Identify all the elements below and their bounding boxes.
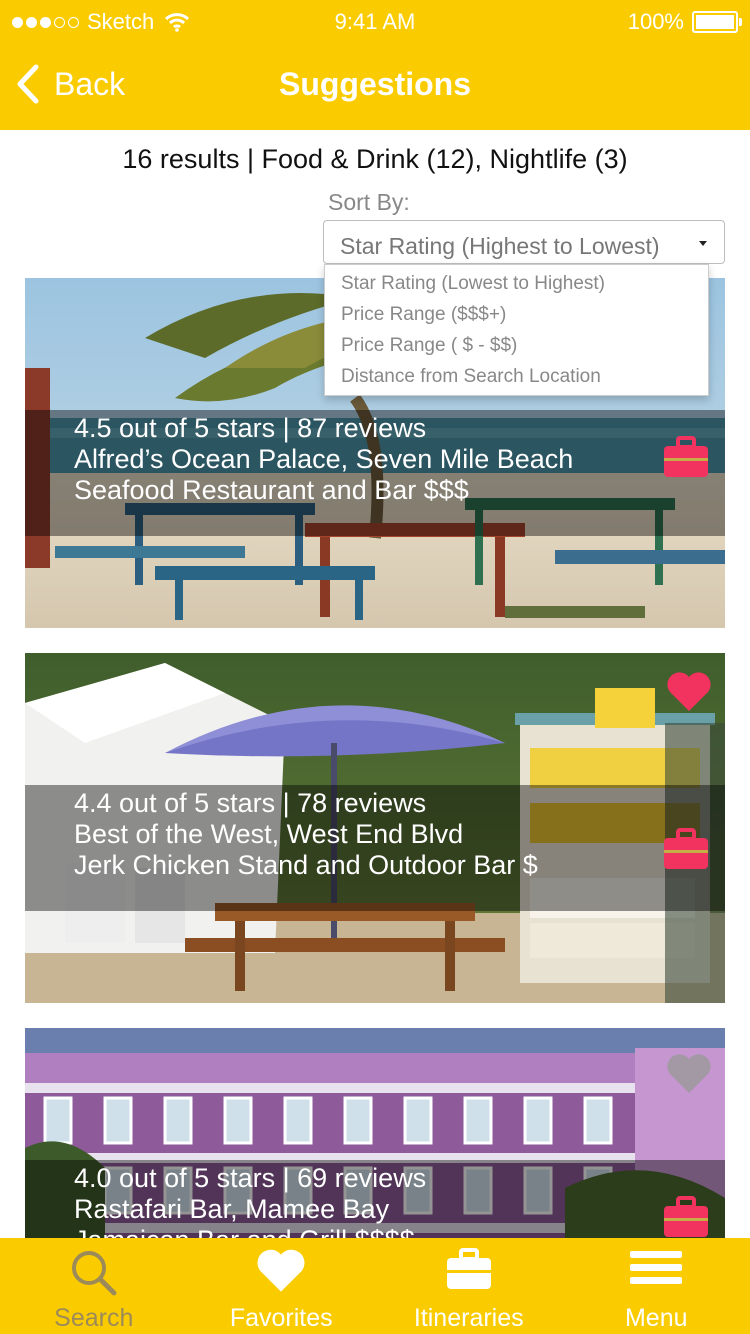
tab-label: Search (54, 1304, 134, 1332)
results-summary: 16 results | Food & Drink (12), Nightlif… (122, 144, 628, 174)
card-name: Best of the West, West End Blvd (74, 819, 464, 849)
tab-favorites[interactable]: Favorites (188, 1238, 376, 1334)
card-name: Alfred’s Ocean Palace, Seven Mile Beach (74, 444, 574, 474)
sort-option[interactable]: Price Range ($$$+) (325, 299, 708, 330)
card-category: Jamaican Bar and Grill $$$$ (74, 1225, 725, 1238)
app-header: Sketch 9:41 AM 100% Back Suggestions (0, 0, 750, 130)
caret-down-icon (699, 241, 707, 246)
sort-option[interactable]: Price Range ( $ - $$) (325, 330, 708, 361)
add-to-itinerary-icon[interactable] (663, 1196, 709, 1238)
heart-icon (257, 1249, 305, 1292)
card-info-overlay: 4.0 out of 5 stars | 69 reviews Rastafar… (25, 1160, 725, 1238)
page-title: Suggestions (278, 66, 471, 102)
tab-bar: Search Favorites Itineraries Menu (0, 1238, 750, 1334)
battery-percent: 100% (627, 9, 684, 34)
sort-dropdown[interactable]: Star Rating (Highest to Lowest) (323, 220, 725, 264)
card-info-overlay: 4.4 out of 5 stars | 78 reviews Best of … (25, 785, 725, 911)
tab-label: Menu (624, 1304, 688, 1332)
menu-icon (630, 1251, 683, 1284)
tab-label: Favorites (229, 1304, 333, 1332)
card-category: Seafood Restaurant and Bar $$$ (74, 475, 469, 505)
card-info-overlay: 4.5 out of 5 stars | 87 reviews Alfred’s… (25, 410, 725, 536)
tab-menu[interactable]: Menu (563, 1238, 750, 1334)
sort-options-menu: Star Rating (Lowest to Highest) Price Ra… (324, 264, 709, 396)
sort-option[interactable]: Star Rating (Lowest to Highest) (325, 268, 708, 299)
card-rating: 4.4 out of 5 stars | 78 reviews (74, 788, 427, 818)
battery-group: 100% (627, 9, 742, 35)
card-rating: 4.5 out of 5 stars | 87 reviews (74, 413, 427, 443)
result-card[interactable]: 4.0 out of 5 stars | 69 reviews Rastafar… (25, 1028, 725, 1238)
add-to-itinerary-icon[interactable] (663, 828, 709, 870)
result-card[interactable]: 4.4 out of 5 stars | 78 reviews Best of … (25, 653, 725, 1003)
sort-selected-value: Star Rating (Highest to Lowest) (340, 233, 660, 259)
search-icon (71, 1251, 117, 1296)
tab-search[interactable]: Search (0, 1238, 188, 1334)
sort-option[interactable]: Distance from Search Location (325, 361, 708, 392)
sort-label: Sort By: (328, 189, 410, 215)
card-rating: 4.0 out of 5 stars | 69 reviews (74, 1163, 427, 1193)
battery-icon (692, 11, 742, 33)
heart-outline-icon[interactable] (666, 1053, 712, 1095)
heart-icon[interactable] (666, 671, 712, 713)
card-name: Rastafari Bar, Mamee Bay (74, 1194, 390, 1224)
briefcase-icon (446, 1248, 491, 1289)
card-category: Jerk Chicken Stand and Outdoor Bar $ (74, 850, 538, 880)
status-bar: Sketch 9:41 AM 100% (0, 0, 750, 44)
add-to-itinerary-icon[interactable] (663, 436, 709, 478)
tab-itineraries[interactable]: Itineraries (375, 1238, 563, 1334)
tab-label: Itineraries (413, 1304, 524, 1332)
